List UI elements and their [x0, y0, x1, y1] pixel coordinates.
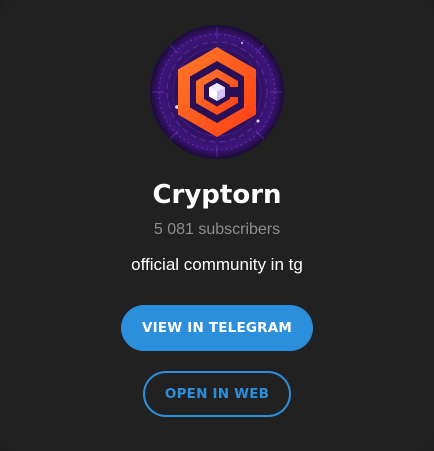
channel-title: Cryptorn [152, 180, 282, 210]
channel-preview-card: Cryptorn 5 081 subscribers official comm… [0, 0, 434, 451]
channel-avatar [150, 25, 284, 159]
subscriber-count: 5 081 subscribers [153, 221, 281, 238]
channel-description: official community in tg [131, 255, 303, 274]
view-in-telegram-button[interactable]: VIEW IN TELEGRAM [121, 305, 313, 351]
open-in-web-button[interactable]: OPEN IN WEB [143, 371, 291, 417]
cryptorn-logo-icon [150, 25, 284, 159]
